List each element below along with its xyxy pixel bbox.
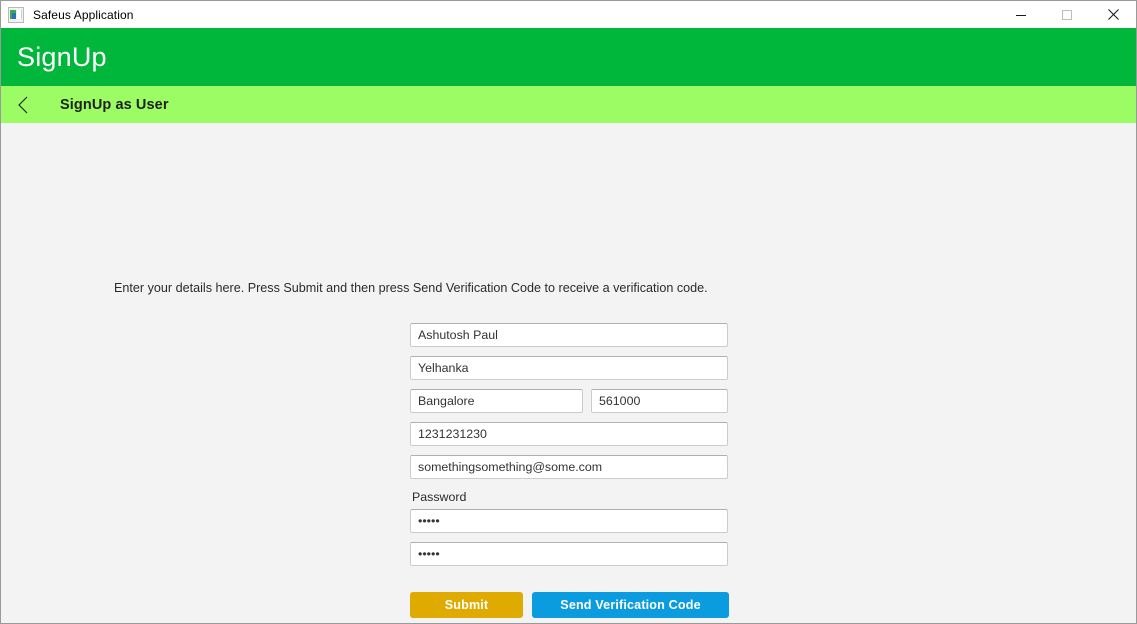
page-title: SignUp: [17, 41, 107, 72]
email-input[interactable]: [410, 455, 728, 479]
instructions-text: Enter your details here. Press Submit an…: [114, 281, 708, 295]
submit-button[interactable]: Submit: [410, 591, 523, 618]
sub-header: SignUp as User: [0, 86, 1137, 123]
password-input[interactable]: [410, 508, 728, 533]
application-window: Safeus Application SignUp SignUp as User…: [0, 0, 1137, 624]
back-button[interactable]: [1, 86, 45, 123]
name-input[interactable]: [410, 323, 728, 347]
minimize-icon[interactable]: [998, 1, 1044, 28]
brand-header: SignUp: [0, 28, 1137, 86]
action-button-row: Submit Send Verification Code: [410, 591, 730, 618]
city-input[interactable]: [410, 389, 583, 413]
window-title: Safeus Application: [33, 7, 134, 22]
title-bar: Safeus Application: [0, 0, 1137, 28]
send-verification-code-button[interactable]: Send Verification Code: [532, 591, 729, 618]
window-controls: [998, 1, 1136, 28]
image-app-icon: [8, 6, 24, 23]
signup-form: Password Submit Send Verification Code: [410, 323, 730, 618]
city-pincode-row: [410, 389, 730, 413]
pincode-input[interactable]: [591, 389, 728, 413]
content-area: Enter your details here. Press Submit an…: [0, 123, 1137, 624]
maximize-icon[interactable]: [1044, 1, 1090, 28]
sub-header-title: SignUp as User: [60, 96, 169, 113]
phone-input[interactable]: [410, 422, 728, 446]
close-icon[interactable]: [1090, 1, 1136, 28]
chevron-left-icon: [16, 95, 30, 115]
confirm-password-input[interactable]: [410, 541, 728, 566]
address-input[interactable]: [410, 356, 728, 380]
password-label: Password: [412, 490, 467, 504]
